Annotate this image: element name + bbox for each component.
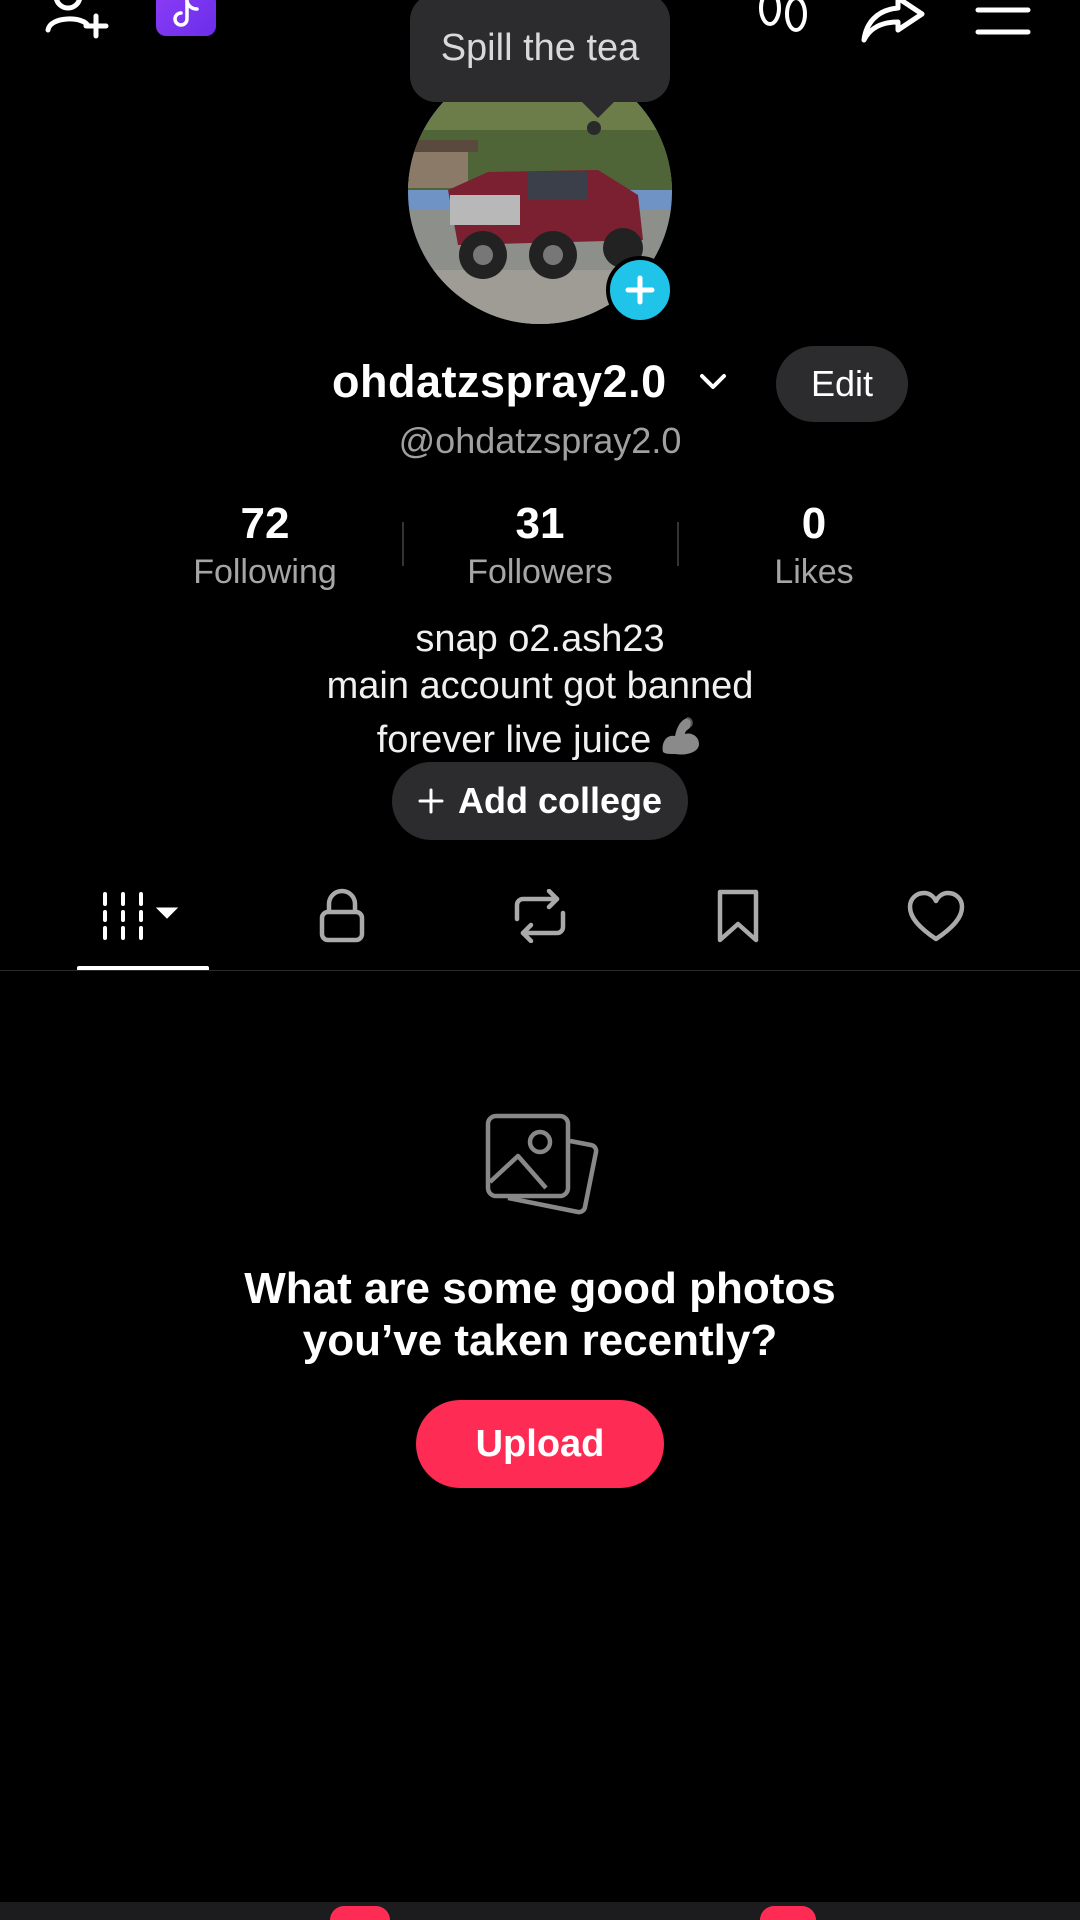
bio-line: snap o2.ash23 xyxy=(415,618,665,660)
notification-badge xyxy=(760,1906,816,1920)
tab-liked[interactable] xyxy=(836,876,1036,956)
username-handle: @ohdatzspray2.0 xyxy=(398,420,682,461)
bookmark-icon xyxy=(717,889,759,943)
edit-label: Edit xyxy=(810,363,874,404)
add-friend-icon[interactable] xyxy=(44,0,112,42)
display-name[interactable]: ohdatzspray2.0 xyxy=(332,356,667,408)
stat-divider xyxy=(402,522,404,566)
photos-icon xyxy=(478,1108,604,1235)
empty-state-title-line2: you’ve taken recently? xyxy=(302,1316,778,1365)
upload-label: Upload xyxy=(475,1422,605,1465)
tiktok-now-icon[interactable] xyxy=(156,0,216,36)
stat-likes[interactable]: 0 Likes xyxy=(694,498,934,594)
heart-icon xyxy=(907,890,965,942)
add-college-label: Add college xyxy=(457,780,663,821)
upload-button[interactable]: Upload xyxy=(416,1400,664,1488)
flexed-biceps-icon xyxy=(657,712,703,768)
edit-profile-button[interactable]: Edit xyxy=(776,346,908,422)
stat-label: Following xyxy=(193,553,337,591)
stat-value: 72 xyxy=(240,499,290,548)
stat-label: Likes xyxy=(774,553,854,591)
stat-value: 0 xyxy=(801,499,827,548)
tabs-divider xyxy=(0,970,1080,971)
grid-icon xyxy=(103,892,179,940)
tab-private[interactable] xyxy=(242,876,442,956)
add-college-button[interactable]: Add college xyxy=(392,762,688,840)
stat-followers[interactable]: 31 Followers xyxy=(420,498,660,594)
empty-state-title-line1: What are some good photos xyxy=(244,1264,836,1313)
share-icon[interactable] xyxy=(860,0,926,44)
tooltip-tail xyxy=(580,100,616,118)
add-story-button[interactable] xyxy=(606,256,674,324)
tab-videos[interactable] xyxy=(44,876,244,956)
chevron-down-icon[interactable] xyxy=(698,370,728,397)
menu-icon[interactable] xyxy=(974,6,1032,36)
repost-icon xyxy=(514,889,566,943)
footprints-icon[interactable] xyxy=(756,0,812,42)
bio-line: main account got banned xyxy=(326,665,754,707)
notification-badge xyxy=(330,1906,390,1920)
lock-icon xyxy=(319,888,365,943)
tooltip[interactable]: Spill the tea xyxy=(410,0,670,102)
plus-icon xyxy=(418,788,444,814)
bottom-nav-bar xyxy=(0,1902,1080,1920)
avatar-dot xyxy=(587,121,601,135)
stat-value: 31 xyxy=(515,499,565,548)
stat-divider xyxy=(677,522,679,566)
bio-line-3: forever live juice xyxy=(0,712,1080,768)
bio-line: forever live juice xyxy=(376,718,652,761)
tab-reposts[interactable] xyxy=(440,876,640,956)
tooltip-text: Spill the tea xyxy=(440,26,640,69)
stat-following[interactable]: 72 Following xyxy=(145,498,385,594)
tab-saved[interactable] xyxy=(638,876,838,956)
stat-label: Followers xyxy=(467,553,613,591)
